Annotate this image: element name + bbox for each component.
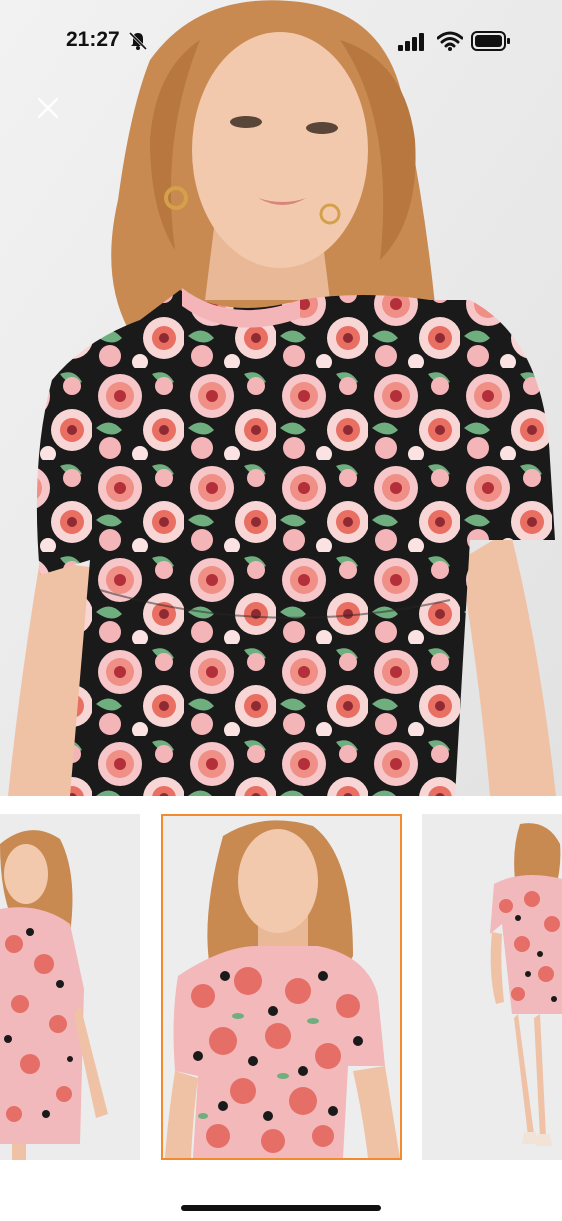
battery-icon [471, 31, 510, 51]
close-icon [37, 97, 59, 119]
thumbnail-2-selected[interactable] [161, 814, 402, 1160]
home-indicator [181, 1205, 381, 1211]
thumbnail-3[interactable] [422, 814, 562, 1160]
thumbnail-3-image [422, 814, 562, 1160]
bell-slash-icon [128, 31, 148, 51]
status-bar: 21:27 [0, 0, 562, 84]
thumbnail-1[interactable] [0, 814, 140, 1160]
close-button[interactable] [30, 90, 66, 126]
thumbnail-1-image [0, 814, 140, 1160]
model-photo [0, 0, 562, 796]
cellular-signal-icon [398, 33, 424, 51]
thumbnail-2-image [163, 816, 400, 1158]
thumbnail-strip [0, 814, 562, 1160]
main-product-image[interactable] [0, 0, 562, 796]
wifi-icon [437, 31, 463, 51]
status-time: 21:27 [66, 28, 120, 51]
